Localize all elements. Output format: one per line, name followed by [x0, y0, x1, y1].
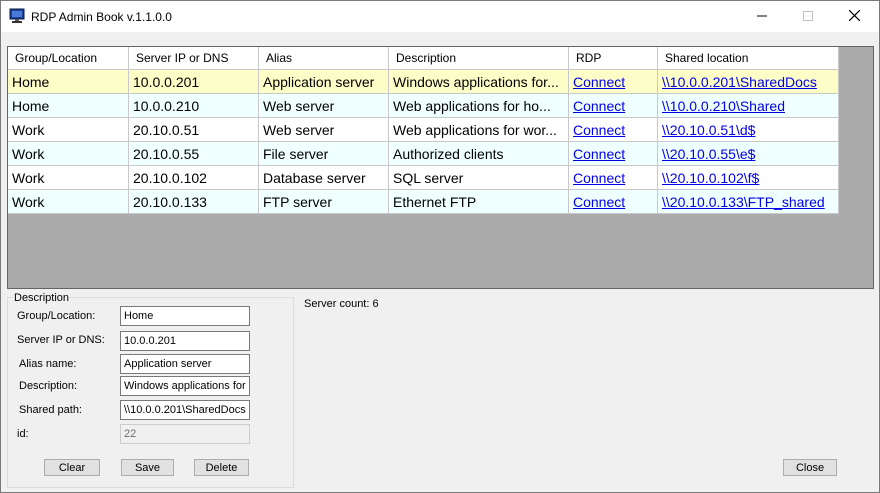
- cell-shared: \\10.0.0.210\Shared: [658, 94, 839, 118]
- group-location-label: Group/Location:: [17, 310, 96, 322]
- column-header-shared[interactable]: Shared location: [658, 47, 839, 70]
- alias-name-label: Alias name:: [19, 358, 77, 370]
- cell-rdp: Connect: [569, 166, 658, 190]
- delete-button[interactable]: Delete: [194, 459, 249, 476]
- description-input[interactable]: [120, 376, 250, 396]
- cell-shared: \\20.10.0.102\f$: [658, 166, 839, 190]
- cell-description[interactable]: Windows applications for...: [389, 70, 569, 94]
- cell-group[interactable]: Home: [8, 94, 129, 118]
- column-header-group[interactable]: Group/Location: [8, 47, 129, 70]
- shared-location-link[interactable]: \\20.10.0.133\FTP_shared: [662, 194, 825, 210]
- cell-group[interactable]: Work: [8, 190, 129, 214]
- cell-ip[interactable]: 20.10.0.102: [129, 166, 259, 190]
- save-button[interactable]: Save: [121, 459, 174, 476]
- cell-group[interactable]: Work: [8, 166, 129, 190]
- clear-button[interactable]: Clear: [44, 459, 100, 476]
- table-row[interactable]: Home 10.0.0.210 Web server Web applicati…: [8, 94, 839, 118]
- minimize-icon: [757, 10, 767, 24]
- server-count-label: Server count: 6: [304, 298, 379, 310]
- table-row[interactable]: Work 20.10.0.51 Web server Web applicati…: [8, 118, 839, 142]
- cell-shared: \\10.0.0.201\SharedDocs: [658, 70, 839, 94]
- close-icon: [848, 9, 860, 24]
- cell-description[interactable]: Web applications for ho...: [389, 94, 569, 118]
- id-label: id:: [17, 428, 29, 440]
- cell-alias[interactable]: Web server: [259, 94, 389, 118]
- maximize-icon: [803, 10, 813, 24]
- connect-link[interactable]: Connect: [573, 74, 625, 90]
- title-bar[interactable]: RDP Admin Book v.1.1.0.0: [1, 1, 879, 32]
- close-button[interactable]: Close: [783, 459, 837, 476]
- shared-path-label: Shared path:: [19, 404, 82, 416]
- main-window: RDP Admin Book v.1.1.0.0 Group/Location …: [0, 0, 880, 493]
- column-header-ip[interactable]: Server IP or DNS: [129, 47, 259, 70]
- connect-link[interactable]: Connect: [573, 98, 625, 114]
- description-groupbox-legend: Description: [13, 292, 71, 304]
- column-header-rdp[interactable]: RDP: [569, 47, 658, 70]
- grid-header: Group/Location Server IP or DNS Alias De…: [8, 47, 839, 70]
- cell-alias[interactable]: Web server: [259, 118, 389, 142]
- shared-location-link[interactable]: \\20.10.0.51\d$: [662, 122, 755, 138]
- server-ip-label: Server IP or DNS:: [17, 334, 105, 346]
- shared-location-link[interactable]: \\10.0.0.210\Shared: [662, 98, 785, 114]
- cell-alias[interactable]: Application server: [259, 70, 389, 94]
- column-header-description[interactable]: Description: [389, 47, 569, 70]
- cell-description[interactable]: Ethernet FTP: [389, 190, 569, 214]
- server-ip-input[interactable]: [120, 331, 250, 351]
- cell-rdp: Connect: [569, 190, 658, 214]
- cell-shared: \\20.10.0.51\d$: [658, 118, 839, 142]
- maximize-button[interactable]: [785, 1, 831, 32]
- shared-location-link[interactable]: \\20.10.0.102\f$: [662, 170, 759, 186]
- cell-rdp: Connect: [569, 70, 658, 94]
- cell-ip[interactable]: 20.10.0.55: [129, 142, 259, 166]
- description-label: Description:: [19, 380, 78, 392]
- cell-alias[interactable]: Database server: [259, 166, 389, 190]
- cell-alias[interactable]: File server: [259, 142, 389, 166]
- cell-rdp: Connect: [569, 118, 658, 142]
- id-input: [120, 424, 250, 444]
- table-row[interactable]: Home 10.0.0.201 Application server Windo…: [8, 70, 839, 94]
- cell-description[interactable]: Web applications for wor...: [389, 118, 569, 142]
- group-location-input[interactable]: [120, 306, 250, 326]
- connect-link[interactable]: Connect: [573, 146, 625, 162]
- connect-link[interactable]: Connect: [573, 170, 625, 186]
- cell-description[interactable]: SQL server: [389, 166, 569, 190]
- cell-group[interactable]: Home: [8, 70, 129, 94]
- cell-ip[interactable]: 20.10.0.51: [129, 118, 259, 142]
- servers-grid[interactable]: Group/Location Server IP or DNS Alias De…: [7, 46, 874, 289]
- cell-ip[interactable]: 10.0.0.210: [129, 94, 259, 118]
- cell-description[interactable]: Authorized clients: [389, 142, 569, 166]
- cell-alias[interactable]: FTP server: [259, 190, 389, 214]
- connect-link[interactable]: Connect: [573, 194, 625, 210]
- window-title: RDP Admin Book v.1.1.0.0: [31, 10, 172, 24]
- table-row[interactable]: Work 20.10.0.55 File server Authorized c…: [8, 142, 839, 166]
- close-window-button[interactable]: [831, 1, 877, 32]
- column-header-alias[interactable]: Alias: [259, 47, 389, 70]
- cell-rdp: Connect: [569, 142, 658, 166]
- shared-path-input[interactable]: [120, 400, 250, 420]
- table-row[interactable]: Work 20.10.0.102 Database server SQL ser…: [8, 166, 839, 190]
- cell-ip[interactable]: 20.10.0.133: [129, 190, 259, 214]
- shared-location-link[interactable]: \\20.10.0.55\e$: [662, 146, 755, 162]
- cell-shared: \\20.10.0.55\e$: [658, 142, 839, 166]
- connect-link[interactable]: Connect: [573, 122, 625, 138]
- cell-rdp: Connect: [569, 94, 658, 118]
- cell-group[interactable]: Work: [8, 118, 129, 142]
- alias-name-input[interactable]: [120, 354, 250, 374]
- app-monitor-icon: [9, 8, 25, 24]
- servers-grid-body: Group/Location Server IP or DNS Alias De…: [8, 47, 839, 214]
- cell-ip[interactable]: 10.0.0.201: [129, 70, 259, 94]
- shared-location-link[interactable]: \\10.0.0.201\SharedDocs: [662, 74, 817, 90]
- cell-group[interactable]: Work: [8, 142, 129, 166]
- minimize-button[interactable]: [739, 1, 785, 32]
- cell-shared: \\20.10.0.133\FTP_shared: [658, 190, 839, 214]
- table-row[interactable]: Work 20.10.0.133 FTP server Ethernet FTP…: [8, 190, 839, 214]
